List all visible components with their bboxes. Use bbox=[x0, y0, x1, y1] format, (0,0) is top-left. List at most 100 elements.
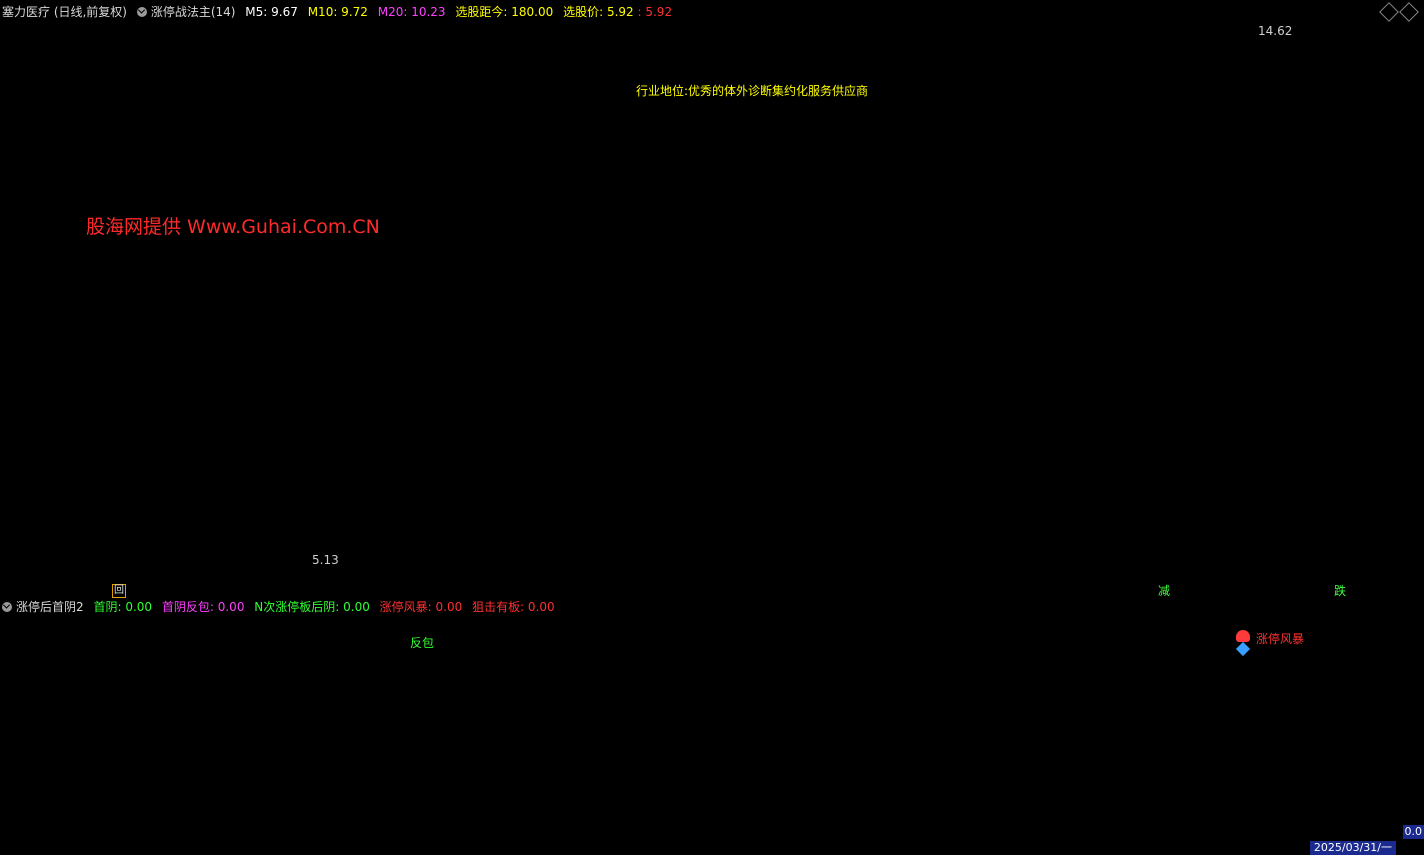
zoom-diamond-icon[interactable] bbox=[1379, 2, 1399, 22]
candle-body-up bbox=[502, 479, 507, 486]
bar-annotation: ↖首阴 bbox=[1112, 789, 1146, 803]
candle-body-down bbox=[57, 352, 61, 362]
candle-body-up bbox=[1074, 387, 1079, 406]
candle-body-down bbox=[299, 492, 303, 496]
candle-body-up bbox=[144, 431, 150, 437]
candle-body-up bbox=[1129, 223, 1134, 236]
candle-body-down bbox=[717, 398, 721, 402]
signal-bar bbox=[316, 730, 321, 842]
candle-body-up bbox=[766, 339, 771, 375]
sub-indicator-name: 涨停后首阴2 bbox=[16, 600, 84, 614]
candle-body-down bbox=[480, 457, 485, 461]
candle-body-down bbox=[1217, 210, 1222, 213]
bar-annotation: ↖涨停 bbox=[1120, 766, 1154, 781]
highlight-ellipse bbox=[849, 198, 943, 352]
candle-body-up bbox=[1233, 127, 1239, 158]
candle-body-down bbox=[29, 334, 34, 341]
bar-annotation: ↖狙击 bbox=[1140, 701, 1174, 715]
fanbao-label: 反包 bbox=[410, 636, 435, 650]
sub-indicator-menu[interactable]: 涨停后首阴2 bbox=[2, 600, 84, 614]
signal-bar bbox=[341, 686, 346, 842]
candle-body-up bbox=[639, 409, 645, 424]
candle-body-down bbox=[150, 435, 155, 449]
indicator-menu[interactable]: 涨停战法主(14) bbox=[136, 5, 235, 19]
candle-body-down bbox=[189, 447, 193, 456]
bar-annotation: ↖狙击 bbox=[910, 701, 944, 715]
candle-body-up bbox=[870, 242, 876, 259]
signal-bar bbox=[600, 730, 605, 842]
candle-body-up bbox=[876, 223, 881, 248]
candle-body-up bbox=[425, 381, 430, 392]
candle-body-down bbox=[436, 376, 441, 388]
signal-dot bbox=[1096, 22, 1099, 25]
signal-bar bbox=[1194, 730, 1199, 842]
candle-body-down bbox=[233, 464, 237, 473]
candle-body-up bbox=[535, 475, 540, 489]
candle-body-up bbox=[793, 296, 799, 300]
candle-body-down bbox=[634, 413, 639, 418]
chevron-down-icon bbox=[136, 7, 147, 17]
x-axis-label: 10 bbox=[610, 846, 623, 855]
candle-body-down bbox=[442, 391, 446, 393]
settings-diamond-icon[interactable] bbox=[1399, 2, 1419, 22]
candle-body-up bbox=[331, 437, 337, 455]
bar-annotation: ↖首阴 bbox=[826, 789, 860, 803]
candle-body-up bbox=[788, 295, 793, 310]
ma10-value: M10: 9.72 bbox=[307, 5, 368, 19]
candle-body-up bbox=[1024, 412, 1030, 429]
candle-body-down bbox=[959, 370, 963, 382]
signal-bar bbox=[400, 620, 405, 842]
sub-value-fengbao: 涨停风暴: 0.00 bbox=[379, 600, 463, 614]
watermark-text: 股海网提供 Www.Guhai.Com.CN bbox=[86, 216, 380, 238]
candle-body-up bbox=[40, 339, 45, 346]
sub-header: 涨停后首阴2 首阴: 0.00 首阴反包: 0.00 N次涨停板后阴: 0.00… bbox=[2, 596, 561, 618]
bar-annotation: ↖涨停 bbox=[1240, 766, 1274, 781]
signal-dot bbox=[1314, 22, 1317, 25]
signal-bar bbox=[1148, 686, 1153, 842]
candle-body-down bbox=[986, 411, 991, 415]
signal-bar bbox=[365, 752, 370, 842]
candle-body-up bbox=[183, 443, 188, 456]
signal-dot bbox=[1078, 22, 1081, 25]
candle-body-up bbox=[606, 403, 612, 407]
diamond-icon bbox=[1235, 641, 1251, 657]
candle-body-up bbox=[359, 410, 364, 427]
candle-body-up bbox=[1288, 160, 1294, 165]
candle-body-up bbox=[1250, 85, 1255, 92]
candle-body-up bbox=[777, 306, 782, 327]
signal-dot bbox=[1060, 22, 1063, 25]
candle-body-down bbox=[623, 402, 628, 412]
candle-body-down bbox=[618, 386, 622, 407]
ma10-line bbox=[3, 120, 1402, 497]
bar-annotation: ↖首阴 bbox=[880, 789, 914, 803]
bar-annotation: ↖涨停 bbox=[876, 766, 910, 781]
signal-bar bbox=[1138, 708, 1143, 842]
candle-body-up bbox=[584, 464, 590, 476]
candle-body-up bbox=[1382, 269, 1387, 284]
candle-body-down bbox=[46, 341, 50, 349]
candle-body-up bbox=[612, 391, 617, 401]
candle-body-up bbox=[1079, 386, 1085, 389]
signal-dot bbox=[1186, 22, 1189, 25]
fengbao-label: 涨停风暴 bbox=[1256, 632, 1305, 646]
sub-value-jiji: 狙击有板: 0.00 bbox=[472, 600, 555, 614]
candle-body-up bbox=[1222, 192, 1228, 218]
signal-bar bbox=[796, 686, 801, 842]
candle-body-down bbox=[1058, 405, 1062, 411]
candle-body-down bbox=[1162, 187, 1167, 189]
candle-body-up bbox=[760, 369, 766, 373]
candle-body-down bbox=[546, 478, 551, 486]
candle-body-down bbox=[458, 408, 463, 431]
candle-body-up bbox=[1013, 418, 1019, 424]
bar-annotation: ↖涨停 bbox=[1198, 766, 1232, 781]
candle-body-up bbox=[386, 409, 392, 412]
signal-bar bbox=[1290, 686, 1295, 842]
candle-body-up bbox=[1030, 409, 1035, 414]
candle-body-down bbox=[519, 484, 523, 488]
candle-body-up bbox=[1151, 182, 1156, 194]
signal-bar bbox=[903, 686, 908, 842]
candle-body-up bbox=[1140, 200, 1145, 221]
sub-value-nci: N次涨停板后阴: 0.00 bbox=[254, 600, 370, 614]
signal-bar bbox=[1266, 686, 1271, 842]
candle-body-up bbox=[1019, 421, 1024, 425]
